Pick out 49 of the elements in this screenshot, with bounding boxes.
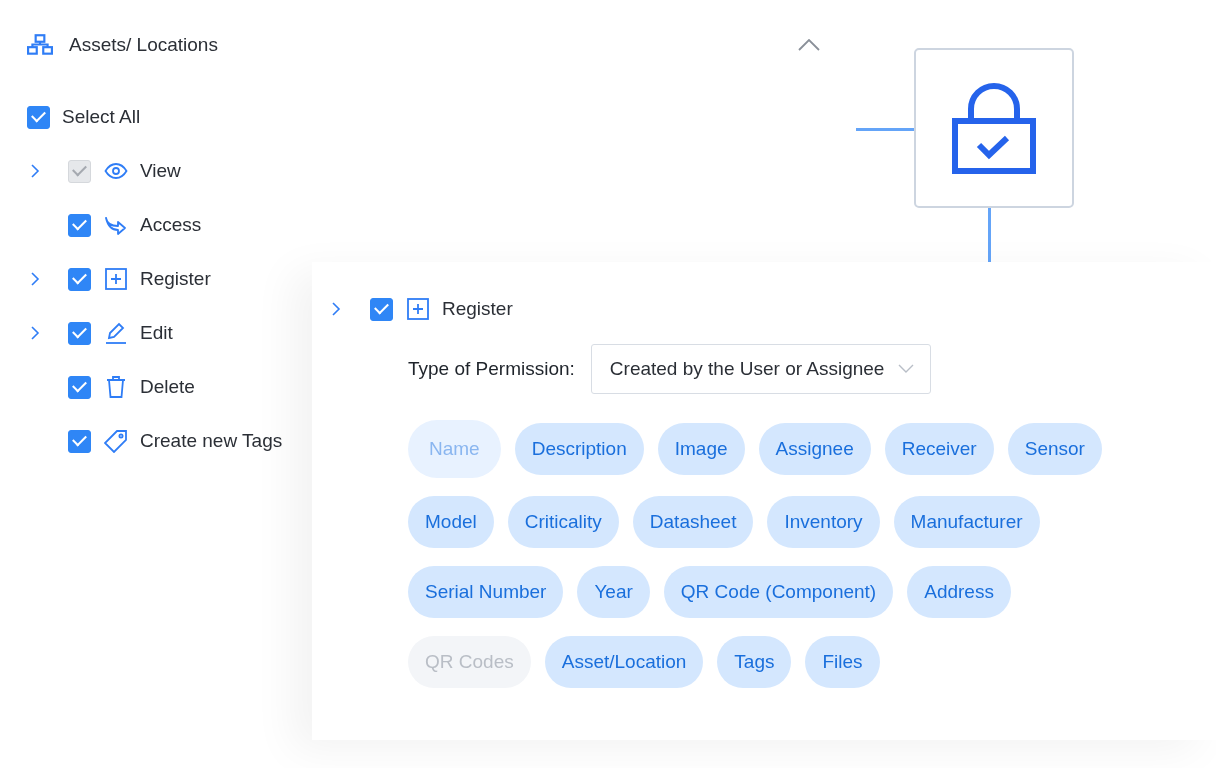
field-chip[interactable]: Tags [717, 636, 792, 688]
permission-label: View [140, 160, 181, 182]
checkbox[interactable] [68, 267, 91, 291]
field-chip[interactable]: Inventory [767, 496, 880, 548]
permission-label: Register [442, 298, 513, 320]
lock-check-icon [952, 83, 1036, 175]
permission-label: Create new Tags [140, 430, 283, 452]
field-chip[interactable]: Address [907, 566, 1011, 618]
chevron-down-icon [898, 364, 915, 374]
connector-line [856, 128, 915, 131]
field-chip[interactable]: Description [514, 423, 644, 475]
chevron-right-icon[interactable] [30, 271, 40, 287]
section-title: Assets/ Locations [69, 34, 218, 56]
field-chip[interactable]: Manufacturer [893, 496, 1040, 548]
permission-type-dropdown[interactable]: Created by the User or Assignee [590, 344, 932, 394]
chevron-right-icon[interactable] [331, 301, 341, 317]
field-chip[interactable]: QR Code (Component) [663, 566, 894, 618]
field-chip[interactable]: Image [657, 423, 745, 475]
checkbox[interactable] [68, 213, 91, 237]
permission-label: Delete [140, 376, 195, 398]
checkbox[interactable] [68, 375, 91, 399]
permission-label: Edit [140, 322, 173, 344]
field-chip[interactable]: Criticality [507, 496, 619, 548]
plus-square-icon [104, 267, 128, 291]
field-chip[interactable]: Receiver [884, 423, 994, 475]
checkbox[interactable] [68, 429, 91, 453]
field-chip[interactable]: Assignee [758, 423, 871, 475]
field-chip[interactable]: Year [577, 566, 650, 618]
hierarchy-icon [27, 34, 53, 56]
field-chip[interactable]: Files [805, 636, 880, 688]
caret-icon[interactable] [798, 39, 820, 51]
field-chip[interactable]: Model [408, 496, 494, 548]
checkbox[interactable] [68, 321, 91, 345]
pencil-icon [104, 321, 128, 345]
connector-line [988, 207, 991, 263]
plus-square-icon [406, 297, 430, 321]
checkbox[interactable] [27, 105, 50, 129]
field-chip[interactable]: Datasheet [632, 496, 754, 548]
trash-icon [104, 375, 128, 399]
tag-icon [104, 429, 128, 453]
permission-type-label: Type of Permission: [408, 358, 575, 380]
checkbox[interactable] [370, 297, 393, 321]
field-chip[interactable]: Sensor [1007, 423, 1102, 475]
permission-label: Access [140, 214, 202, 236]
select-all-label: Select All [62, 106, 141, 128]
field-chip[interactable]: Serial Number [408, 566, 564, 618]
permission-label: Register [140, 268, 211, 290]
chevron-right-icon[interactable] [30, 325, 40, 341]
field-chip[interactable]: Asset/Location [544, 636, 704, 688]
